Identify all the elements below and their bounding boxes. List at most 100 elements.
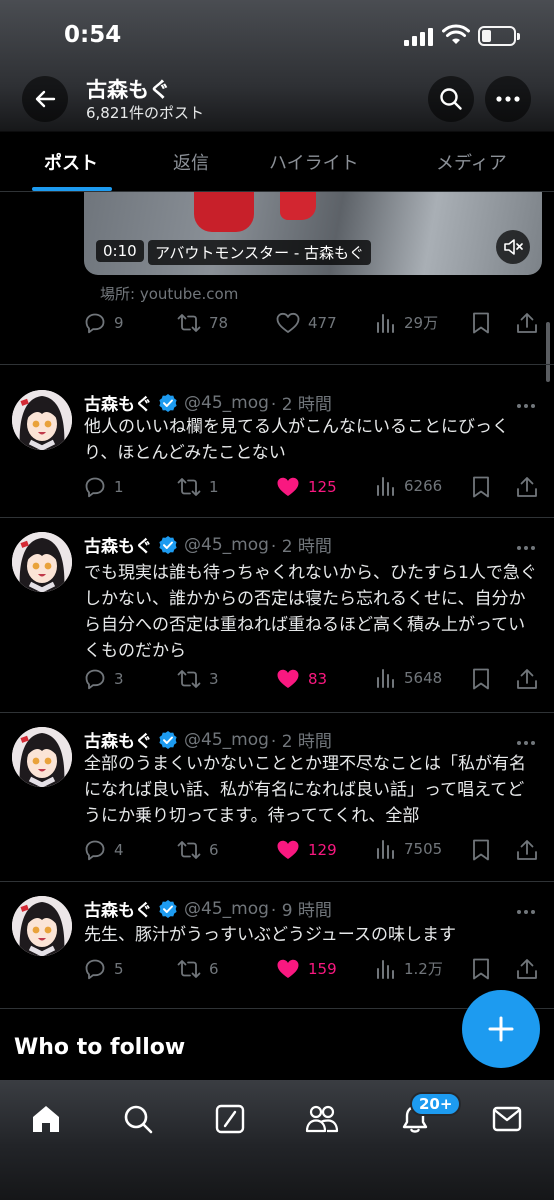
views-button[interactable]: 29万 (376, 312, 438, 333)
share-icon (517, 313, 537, 333)
link-location[interactable]: 場所: youtube.com (100, 283, 238, 304)
like-button[interactable]: 125 (276, 476, 337, 498)
post-actions: 1 1 125 6266 (84, 476, 544, 502)
nav-messages[interactable] (490, 1102, 524, 1136)
reply-button[interactable]: 5 (84, 958, 124, 980)
avatar[interactable] (12, 896, 72, 956)
heart-filled-icon (277, 477, 299, 496)
repost-button[interactable]: 1 (177, 476, 219, 498)
nav-grok[interactable] (213, 1102, 247, 1136)
post-time: · 2 時間 (270, 395, 332, 415)
verified-badge-icon (159, 535, 177, 554)
share-button[interactable] (516, 312, 538, 334)
views-button[interactable]: 1.2万 (376, 958, 443, 979)
author-name[interactable]: 古森もぐ (84, 727, 152, 752)
bookmark-button[interactable] (472, 958, 490, 980)
tab-replies[interactable]: 返信 (173, 149, 209, 175)
repost-button[interactable]: 6 (177, 839, 219, 861)
like-count: 129 (308, 841, 337, 859)
post-header: 古森もぐ @45_mog · 2 時間 (84, 532, 332, 558)
post-time: · 9 時間 (270, 901, 332, 921)
profile-tabs: ポスト 返信 ハイライト メディア (0, 132, 554, 192)
repost-button[interactable]: 3 (177, 668, 219, 690)
like-button[interactable]: 83 (276, 668, 327, 690)
more-horizontal-icon (517, 546, 535, 550)
avatar[interactable] (12, 390, 72, 450)
more-horizontal-icon (496, 96, 520, 102)
like-button[interactable]: 477 (276, 312, 337, 334)
grok-icon (215, 1104, 245, 1134)
post-more-button[interactable] (516, 536, 536, 555)
home-icon (33, 1106, 59, 1132)
bookmark-button[interactable] (472, 312, 490, 334)
author-handle[interactable]: @45_mog (184, 899, 269, 919)
like-count: 125 (308, 478, 337, 496)
share-button[interactable] (516, 668, 538, 690)
post-more-button[interactable] (516, 731, 536, 750)
profile-name: 古森もぐ (86, 78, 170, 102)
bookmark-button[interactable] (472, 839, 490, 861)
reply-button[interactable]: 1 (84, 476, 124, 498)
reply-button[interactable]: 9 (84, 312, 124, 334)
repost-count: 1 (209, 478, 219, 496)
views-chart-icon (377, 669, 394, 688)
heart-filled-icon (277, 840, 299, 859)
like-button[interactable]: 159 (276, 958, 337, 980)
author-name[interactable]: 古森もぐ (84, 390, 152, 415)
search-icon (124, 1105, 153, 1134)
author-handle[interactable]: @45_mog (184, 730, 269, 750)
tab-media[interactable]: メディア (436, 149, 507, 175)
bottom-navigation: 20+ (0, 1080, 554, 1200)
reply-icon (85, 840, 105, 861)
repost-button[interactable]: 78 (177, 312, 228, 334)
author-handle[interactable]: @45_mog (184, 535, 269, 555)
tab-posts[interactable]: ポスト (44, 149, 98, 175)
repost-button[interactable]: 6 (177, 958, 219, 980)
share-button[interactable] (516, 958, 538, 980)
tab-highlights[interactable]: ハイライト (269, 149, 359, 175)
like-count: 477 (308, 314, 337, 332)
bookmark-icon (473, 476, 489, 498)
share-button[interactable] (516, 839, 538, 861)
avatar[interactable] (12, 727, 72, 787)
bookmark-button[interactable] (472, 476, 490, 498)
reply-icon (85, 669, 105, 690)
search-button[interactable] (428, 76, 474, 122)
verified-badge-icon (159, 899, 177, 918)
repost-icon (177, 841, 201, 859)
author-name[interactable]: 古森もぐ (84, 532, 152, 557)
author-handle[interactable]: @45_mog (184, 393, 269, 413)
views-button[interactable]: 7505 (376, 839, 442, 859)
nav-home[interactable] (29, 1102, 63, 1136)
post-more-button[interactable] (516, 394, 536, 413)
repost-count: 3 (209, 670, 219, 688)
repost-icon (177, 670, 201, 688)
reply-button[interactable]: 4 (84, 839, 124, 861)
nav-search[interactable] (121, 1102, 155, 1136)
repost-icon (177, 314, 201, 332)
video-player[interactable]: 0:10 アバウトモンスター - 古森もぐ (84, 192, 542, 275)
post-text: 全部のうまくいかないこととか理不尽なことは「私が有名になれば良い話、私が有名にな… (84, 754, 526, 826)
post-more-button[interactable] (516, 900, 536, 919)
profile-header: 古森もぐ 6,821件のポスト (0, 72, 554, 132)
author-name[interactable]: 古森もぐ (84, 896, 152, 921)
share-button[interactable] (516, 476, 538, 498)
post-actions: 3 3 83 5648 (84, 668, 544, 694)
mute-button[interactable] (496, 230, 530, 264)
views-chart-icon (377, 959, 394, 979)
nav-communities[interactable] (305, 1102, 339, 1136)
like-button[interactable]: 129 (276, 839, 337, 861)
scrollbar[interactable] (546, 322, 550, 382)
avatar[interactable] (12, 532, 72, 592)
views-count: 29万 (404, 314, 439, 332)
bookmark-button[interactable] (472, 668, 490, 690)
compose-post-button[interactable] (462, 990, 540, 1068)
wifi-icon (442, 24, 470, 44)
reply-count: 3 (114, 670, 124, 688)
views-button[interactable]: 5648 (376, 668, 442, 688)
more-options-button[interactable] (485, 76, 531, 122)
views-count: 5648 (404, 669, 443, 687)
reply-button[interactable]: 3 (84, 668, 124, 690)
views-button[interactable]: 6266 (376, 476, 442, 496)
back-button[interactable] (22, 76, 68, 122)
